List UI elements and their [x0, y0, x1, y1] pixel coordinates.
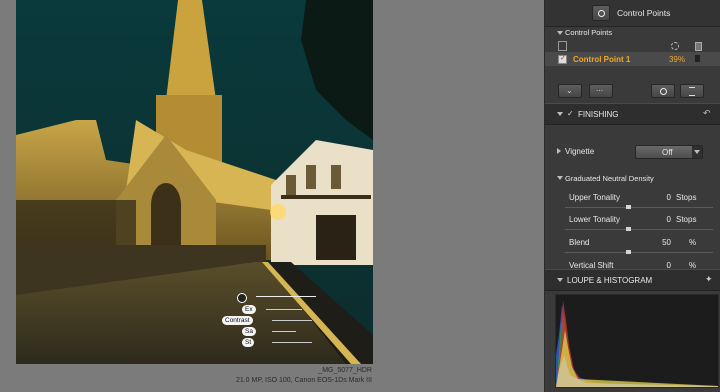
circle-select-icon[interactable]	[671, 42, 679, 50]
cp-structure-slider[interactable]	[272, 342, 312, 343]
upper-tonality-label: Upper Tonality	[569, 193, 620, 202]
undo-icon[interactable]: ↶	[703, 108, 711, 119]
vignette-label: Vignette	[565, 147, 595, 156]
dropdown-arrow-icon[interactable]	[692, 146, 702, 158]
add-control-point-button[interactable]: ⌄	[558, 84, 582, 98]
histogram-graph	[556, 300, 718, 387]
chevron-right-icon[interactable]	[557, 148, 561, 154]
histogram	[555, 294, 719, 388]
photo-preview[interactable]: Ex Contrast Sa St	[16, 0, 373, 364]
vignette-value: Off	[662, 148, 673, 157]
chevron-down-icon[interactable]	[557, 176, 563, 180]
cp-label-contrast[interactable]: Contrast	[222, 316, 253, 325]
blend-unit: %	[689, 238, 697, 247]
cp-size-slider[interactable]	[256, 296, 316, 297]
slider-knob[interactable]	[626, 205, 631, 209]
control-panel: Control Points Control Points ✓ Control …	[544, 0, 720, 392]
lower-tonality-label: Lower Tonality	[569, 215, 620, 224]
image-canvas: Ex Contrast Sa St _MG_5077_HDR 21.0 MP, …	[0, 0, 544, 392]
lower-tonality-value[interactable]: 0	[649, 215, 671, 224]
image-filename: _MG_5077_HDR	[318, 367, 372, 374]
vignette-select[interactable]: Off	[635, 145, 703, 159]
finishing-label: FINISHING	[578, 110, 619, 119]
control-points-section-label: Control Points	[565, 28, 613, 37]
blend-slider[interactable]	[565, 250, 713, 254]
slider-knob[interactable]	[626, 250, 631, 254]
cp-label-saturation[interactable]: Sa	[242, 327, 256, 336]
blend-value[interactable]: 50	[649, 238, 671, 247]
lower-tonality-unit: Stops	[676, 215, 697, 224]
control-point-handle[interactable]	[237, 293, 247, 303]
doc-icon[interactable]	[558, 41, 567, 51]
image-info: 21.0 MP, ISO 100, Canon EOS-1Ds Mark III	[235, 377, 372, 384]
control-point-name: Control Point 1	[573, 55, 631, 64]
check-icon[interactable]: ✓	[567, 109, 574, 118]
cp-contrast-slider[interactable]	[272, 320, 312, 321]
upper-tonality-slider[interactable]	[565, 205, 713, 209]
target-icon[interactable]	[592, 5, 610, 21]
finishing-section-header[interactable]: ✓ FINISHING ↶	[545, 103, 720, 125]
chevron-down-icon[interactable]	[557, 112, 563, 116]
loupe-label: LOUPE & HISTOGRAM	[567, 276, 653, 285]
chevron-down-icon[interactable]	[557, 31, 563, 35]
upper-tonality-unit: Stops	[676, 193, 697, 202]
blend-label: Blend	[569, 238, 590, 247]
control-point-checkbox[interactable]: ✓	[558, 55, 567, 64]
pin-icon[interactable]: ✦	[705, 274, 713, 285]
chevron-down-icon[interactable]	[557, 278, 563, 282]
slider-knob[interactable]	[626, 227, 631, 231]
photo-image	[16, 0, 373, 364]
panel-title: Control Points	[617, 8, 671, 18]
cp-label-exposure[interactable]: Ex	[242, 305, 256, 314]
trash-icon[interactable]	[695, 42, 702, 51]
cp-exposure-slider[interactable]	[266, 309, 302, 310]
loupe-section-header[interactable]: LOUPE & HISTOGRAM ✦	[545, 269, 720, 291]
lower-tonality-slider[interactable]	[565, 227, 713, 231]
circle-tool-button[interactable]	[651, 84, 675, 98]
list-tool-button[interactable]	[680, 84, 704, 98]
group-points-button[interactable]: ⋯	[589, 84, 613, 98]
cp-label-structure[interactable]: St	[242, 338, 255, 347]
panel-header: Control Points	[545, 0, 720, 27]
control-point-row[interactable]: ✓ Control Point 1 39%	[545, 52, 720, 66]
upper-tonality-value[interactable]: 0	[649, 193, 671, 202]
control-point-opacity: 39%	[668, 55, 685, 64]
cp-saturation-slider[interactable]	[272, 331, 296, 332]
color-swatch	[695, 55, 700, 62]
gnd-label: Graduated Neutral Density	[565, 174, 654, 183]
